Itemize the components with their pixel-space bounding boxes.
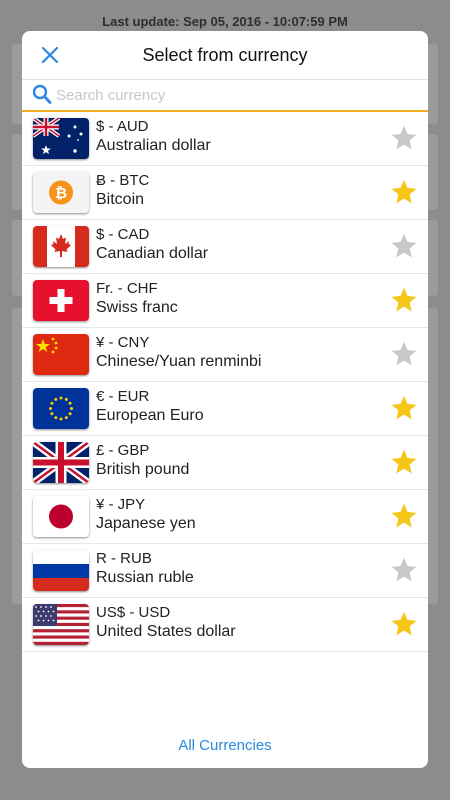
all-currencies-link[interactable]: All Currencies [22,737,428,754]
svg-text:₿: ₿ [55,185,67,202]
currency-row-usd[interactable]: US$ - USD United States dollar [22,598,428,652]
modal-title: Select from currency [142,45,308,65]
favorite-star-icon[interactable] [390,502,418,530]
favorite-star-icon[interactable] [390,610,418,638]
currency-picker-modal: Select from currency Search currency $ -… [22,31,428,768]
favorite-star-icon[interactable] [390,556,418,584]
currency-name: Australian dollar [96,137,211,154]
currency-code: ¥ - JPY [96,496,146,513]
currency-row-btc[interactable]: ₿ Ƀ - BTC Bitcoin [22,166,428,220]
search-input[interactable] [54,81,398,109]
currency-name: Swiss franc [96,299,178,316]
favorite-star-icon[interactable] [390,178,418,206]
currency-code: ¥ - CNY [96,334,150,351]
china-flag-icon [33,334,89,375]
bitcoin-icon: ₿ [33,172,89,213]
currency-code: US$ - USD [96,604,171,621]
favorite-star-icon[interactable] [390,448,418,476]
currency-name: Japanese yen [96,515,196,532]
uk-flag-icon [33,442,89,483]
currency-row-eur[interactable]: € - EUR European Euro [22,382,428,436]
japan-flag-icon [33,496,89,537]
currency-name: European Euro [96,407,204,424]
currency-code: Ƀ - BTC [96,172,150,189]
currency-row-chf[interactable]: Fr. - CHF Swiss franc [22,274,428,328]
search-icon [32,84,52,104]
favorite-star-icon[interactable] [390,124,418,152]
currency-name: British pound [96,461,190,478]
currency-row-cny[interactable]: ¥ - CNY Chinese/Yuan renminbi [22,328,428,382]
eu-flag-icon [33,388,89,429]
currency-code: £ - GBP [96,442,150,459]
currency-row-gbp[interactable]: £ - GBP British pound [22,436,428,490]
currency-name: United States dollar [96,623,236,640]
search-bar [22,80,428,112]
favorite-star-icon[interactable] [390,340,418,368]
russia-flag-icon [33,550,89,591]
currency-name: Bitcoin [96,191,145,208]
currency-name: Russian ruble [96,569,194,586]
last-update-text: Last update: Sep 05, 2016 - 10:07:59 PM [102,14,348,29]
usa-flag-icon [33,604,89,645]
currency-code: € - EUR [96,388,150,405]
currency-row-aud[interactable]: $ - AUD Australian dollar [22,112,428,166]
modal-header: Select from currency [22,31,428,80]
currency-row-rub[interactable]: R - RUB Russian ruble [22,544,428,598]
currency-row-cad[interactable]: $ - CAD Canadian dollar [22,220,428,274]
currency-name: Canadian dollar [96,245,209,262]
switzerland-flag-icon [33,280,89,321]
currency-code: Fr. - CHF [96,280,158,297]
favorite-star-icon[interactable] [390,286,418,314]
australia-flag-icon [33,118,89,159]
currency-name: Chinese/Yuan renminbi [96,353,262,370]
currency-code: R - RUB [96,550,152,567]
currency-list: $ - AUD Australian dollar ₿ Ƀ - BTC Bitc… [22,112,428,652]
currency-row-jpy[interactable]: ¥ - JPY Japanese yen [22,490,428,544]
currency-code: $ - CAD [96,226,150,243]
currency-code: $ - AUD [96,118,149,135]
favorite-star-icon[interactable] [390,394,418,422]
favorite-star-icon[interactable] [390,232,418,260]
canada-flag-icon [33,226,89,267]
